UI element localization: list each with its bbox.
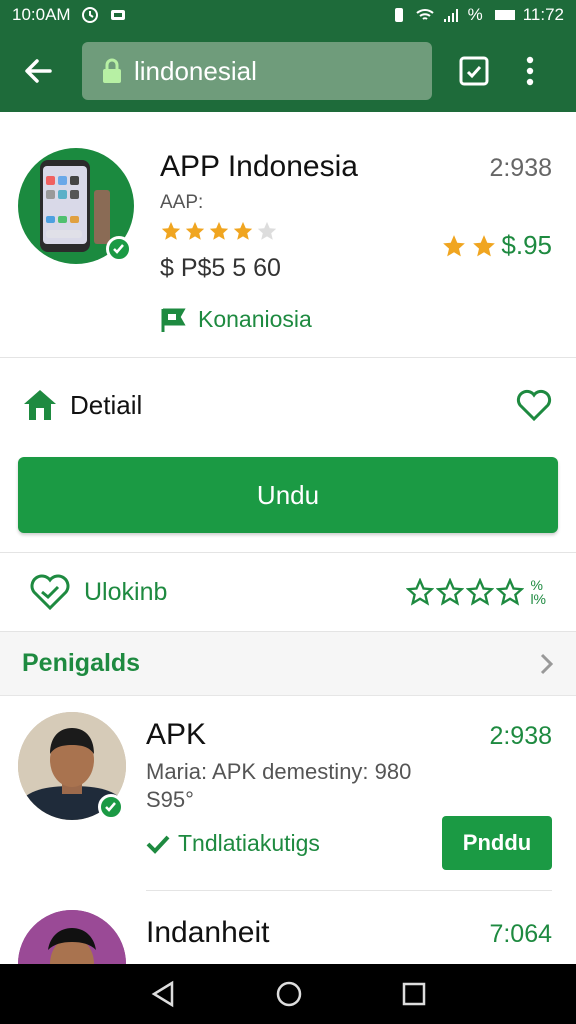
rate-pct-bottom: l% (530, 591, 546, 607)
item-title: APK (146, 718, 207, 751)
clock-icon (81, 7, 98, 23)
item-tag-label: Tndlatiakutigs (178, 830, 320, 856)
app-bar: lindonesial (0, 30, 576, 112)
chevron-right-icon (540, 653, 554, 674)
battery-percent: % (467, 5, 483, 24)
item-title: Indanheit (146, 916, 270, 949)
item-tag: Tndlatiakutigs (146, 830, 320, 857)
price-badge: $.95 (441, 230, 552, 261)
developer-link[interactable]: Konaniosia (160, 306, 312, 333)
item-meta: Maria: APK demestiny: 980 S95° (146, 758, 411, 814)
more-menu-button[interactable] (518, 51, 542, 91)
star-icon (209, 221, 229, 240)
install-button[interactable]: Undu (18, 457, 558, 533)
price-right-value: $.95 (501, 230, 552, 260)
wishlist-button[interactable] (514, 385, 554, 425)
section-title: Penigalds (22, 649, 141, 677)
system-nav-bar (0, 964, 576, 1024)
heart-check-icon (30, 574, 70, 610)
item-count: 7:064 (489, 920, 552, 948)
notification-icon (110, 10, 125, 20)
star-icon (443, 234, 466, 256)
check-icon (146, 835, 170, 854)
more-vert-icon (526, 56, 534, 86)
star-outline-icon[interactable] (436, 578, 465, 606)
battery-icon (494, 10, 515, 20)
star-outline-icon[interactable] (496, 578, 525, 606)
nav-recents-icon[interactable] (402, 982, 426, 1006)
star-icon (473, 234, 496, 256)
star-icon (233, 221, 253, 240)
person-photo (18, 910, 126, 964)
app-icon (18, 148, 134, 264)
detail-row[interactable]: Detiail (0, 358, 576, 452)
flag-icon (161, 308, 186, 332)
status-bar: 10:0AM % 11:72 (0, 0, 576, 30)
check-icon (113, 244, 124, 254)
verified-badge (106, 236, 132, 262)
status-clock: 11:72 (522, 5, 564, 24)
download-count: 2:938 (489, 154, 552, 182)
app-rating-stars (160, 220, 278, 242)
star-icon (185, 221, 205, 240)
vibrate-icon (394, 8, 403, 22)
item-meta-line1: Maria: APK demestiny: 980 (146, 759, 412, 784)
app-subtitle: AAP: (160, 192, 204, 213)
heart-icon (516, 389, 552, 421)
star-icon (161, 221, 181, 240)
arrow-left-icon (25, 59, 52, 83)
wifi-icon (415, 9, 434, 20)
status-time: 10:0AM (12, 5, 71, 24)
tab-check-icon (459, 56, 489, 86)
rate-label: Ulokinb (84, 577, 168, 606)
tabs-button[interactable] (456, 53, 492, 89)
lock-icon (103, 58, 121, 83)
avatar (18, 910, 126, 964)
list-item[interactable]: APK Maria: APK demestiny: 980 S95° 2:938… (0, 696, 576, 892)
app-price: $ P$5 5 60 (160, 254, 281, 282)
signal-icon (443, 9, 458, 22)
star-outline-icon[interactable] (406, 578, 435, 606)
nav-home-icon[interactable] (275, 980, 303, 1008)
verified-badge (98, 794, 124, 820)
back-button[interactable] (16, 49, 60, 93)
item-meta-line2: S95° (146, 787, 194, 812)
rate-stars[interactable]: % l% (406, 578, 546, 606)
check-icon (105, 802, 116, 812)
rate-pct-top: % (530, 577, 543, 593)
detail-label: Detiail (70, 389, 143, 420)
install-button[interactable]: Pnddu (442, 816, 552, 870)
developer-name: Konaniosia (198, 306, 312, 332)
nav-back-icon[interactable] (150, 980, 176, 1008)
app-title: APP Indonesia (160, 150, 358, 183)
divider (146, 890, 552, 891)
rate-row[interactable]: Ulokinb % l% (0, 552, 576, 632)
star-empty-icon (257, 221, 277, 240)
section-header[interactable]: Penigalds (0, 632, 576, 696)
app-header-card: APP Indonesia AAP: $ P$5 5 60 Konaniosia… (0, 118, 576, 358)
list-item[interactable]: Indanheit 7:064 (0, 892, 576, 964)
star-outline-icon[interactable] (466, 578, 495, 606)
home-icon (24, 390, 56, 420)
item-count: 2:938 (489, 722, 552, 750)
rate-percent: % l% (530, 578, 546, 606)
url-text: lindonesial (134, 55, 257, 86)
url-bar[interactable]: lindonesial (82, 42, 432, 100)
